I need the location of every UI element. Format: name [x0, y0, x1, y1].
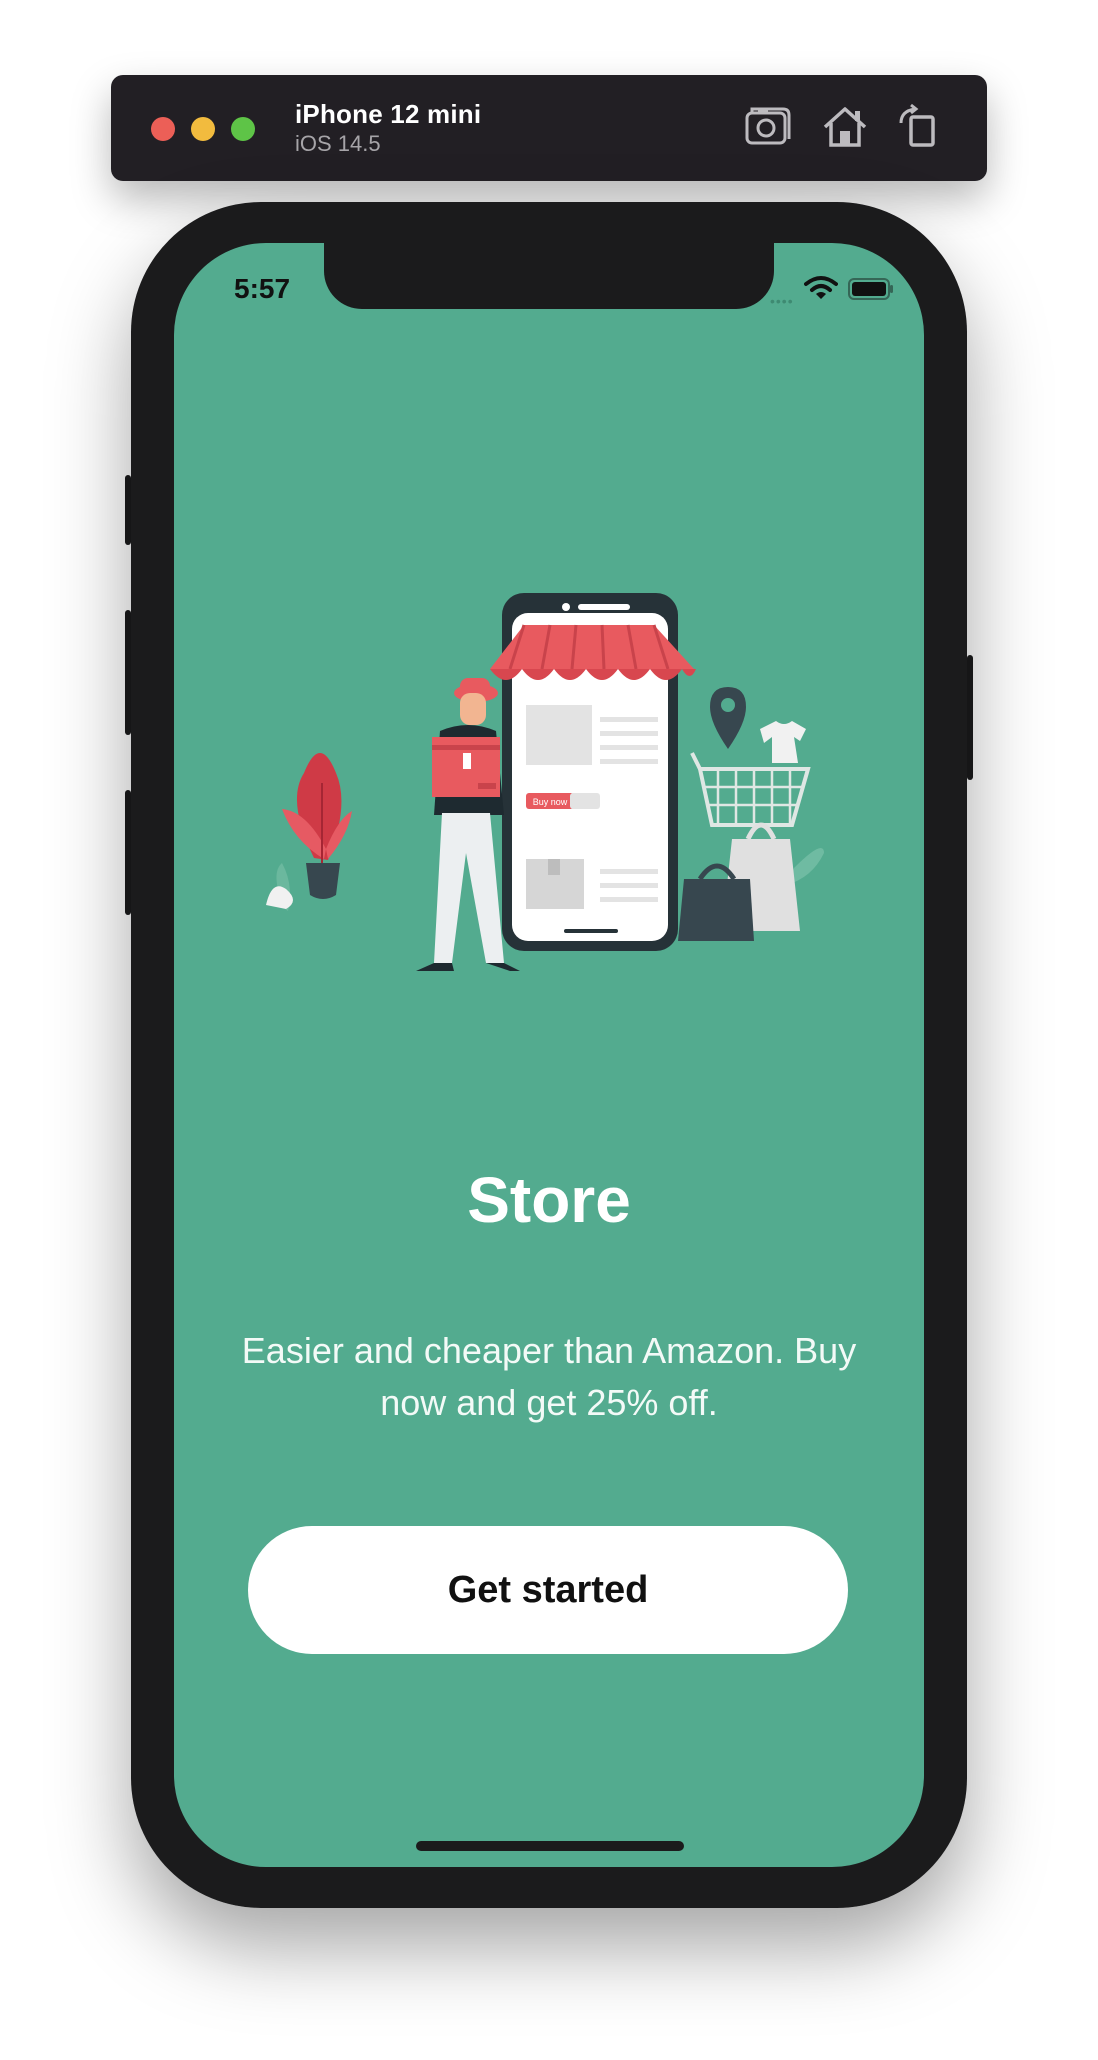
rotate-icon: [899, 103, 935, 147]
power-button: [967, 655, 973, 780]
cellular-signal-icon: ••••: [770, 293, 794, 309]
rotate-button[interactable]: [891, 99, 947, 155]
get-started-button[interactable]: Get started: [248, 1526, 848, 1654]
location-pin-icon: [710, 687, 746, 749]
buy-now-label: Buy now: [533, 797, 568, 807]
page-subtitle: Easier and cheaper than Amazon. Buy now …: [241, 1330, 857, 1423]
shop-illustration: Buy now: [266, 593, 824, 971]
zoom-window-button[interactable]: [231, 117, 255, 141]
status-time: 5:57: [234, 273, 291, 304]
screenshot-button[interactable]: [739, 99, 795, 155]
notch: [324, 243, 774, 309]
device-name: iPhone 12 mini: [295, 99, 482, 129]
phone-screen: 5:57 •••• Buy now Store Easier and cheap…: [174, 243, 924, 1867]
shopping-bag-icon: [678, 822, 800, 941]
close-window-button[interactable]: [151, 117, 175, 141]
home-icon: [823, 107, 867, 147]
minimize-window-button[interactable]: [191, 117, 215, 141]
os-version: iOS 14.5: [295, 131, 381, 156]
page-title: Store: [467, 1164, 631, 1236]
simulator-toolbar: iPhone 12 mini iOS 14.5: [111, 75, 987, 181]
shirt-icon: [760, 721, 806, 763]
battery-icon: [848, 278, 893, 300]
storefront-phone: Buy now: [490, 593, 696, 951]
screenshot-icon: [745, 107, 791, 145]
cart-icon: [690, 752, 811, 827]
wifi-icon: [804, 276, 838, 299]
home-button[interactable]: [817, 99, 873, 155]
home-indicator[interactable]: [416, 1841, 684, 1851]
